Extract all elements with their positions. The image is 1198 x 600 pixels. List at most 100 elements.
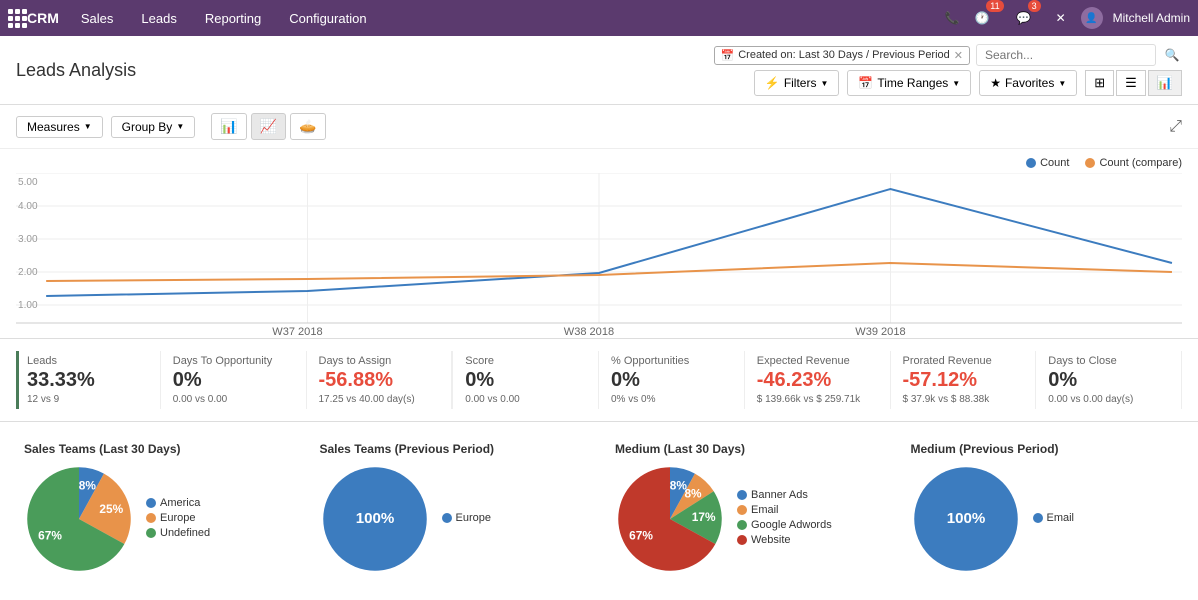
chart-type-buttons: 📊 📈 🥧 bbox=[211, 113, 325, 140]
stat-value-1: 0% bbox=[173, 369, 294, 392]
calendar-icon2: 📅 bbox=[858, 76, 873, 90]
svg-text:W38 2018: W38 2018 bbox=[564, 326, 614, 338]
pie-legend-item-2-3: Website bbox=[737, 534, 832, 546]
pie-legend-label-1-0: Europe bbox=[456, 512, 491, 524]
kanban-view-btn[interactable]: ⊞ bbox=[1085, 70, 1114, 96]
favorites-arrow: ▼ bbox=[1058, 79, 1066, 88]
list-view-btn[interactable]: ☰ bbox=[1116, 70, 1146, 96]
bar-chart-btn[interactable]: 📊 bbox=[211, 113, 246, 140]
filter-icon: ⚡ bbox=[765, 76, 780, 90]
stat-item-0: Leads 33.33% 12 vs 9 bbox=[16, 351, 161, 409]
stat-label-1: Days To Opportunity bbox=[173, 355, 294, 367]
toolbar: Measures ▼ Group By ▼ 📊 📈 🥧 ⤢ bbox=[0, 105, 1198, 149]
pie-full-label-3: 100% bbox=[946, 510, 985, 527]
pie-legend-item-2-2: Google Adwords bbox=[737, 519, 832, 531]
stat-value-7: 0% bbox=[1048, 369, 1169, 392]
filter-actions: ⚡ Filters ▼ 📅 Time Ranges ▼ ★ Favorites … bbox=[754, 70, 1182, 96]
stat-sub-2: 17.25 vs 40.00 day(s) bbox=[319, 394, 440, 405]
measures-button[interactable]: Measures ▼ bbox=[16, 116, 103, 138]
apps-icon[interactable] bbox=[8, 9, 27, 28]
pie-label-0-0: 8% bbox=[79, 479, 97, 493]
group-by-button[interactable]: Group By ▼ bbox=[111, 116, 196, 138]
chart-svg: 1.00 2.00 3.00 4.00 5.00 W37 2018 W38 20… bbox=[16, 173, 1182, 338]
filter-tag-close[interactable]: ✕ bbox=[954, 49, 963, 62]
pie-legend-label-2-1: Email bbox=[751, 504, 779, 516]
clock-badge: 11 bbox=[986, 0, 1003, 12]
stat-value-4: 0% bbox=[611, 369, 732, 392]
chart-area: Count Count (compare) 1.00 2.00 3.00 4.0… bbox=[0, 149, 1198, 338]
pie-legend-label-0-2: Undefined bbox=[160, 527, 210, 539]
phone-icon[interactable]: 📞 bbox=[942, 8, 962, 28]
pie-legend-0: AmericaEuropeUndefined bbox=[146, 497, 210, 542]
chart-view-btn[interactable]: 📊 bbox=[1148, 70, 1182, 96]
pie-title-0: Sales Teams (Last 30 Days) bbox=[24, 442, 288, 456]
brand-logo[interactable]: CRM bbox=[27, 10, 59, 26]
close-icon[interactable]: ✕ bbox=[1051, 8, 1071, 28]
group-by-label: Group By bbox=[122, 120, 173, 134]
subheader: Leads Analysis 📅 Created on: Last 30 Day… bbox=[0, 36, 1198, 105]
pie-legend-dot-2-0 bbox=[737, 490, 747, 500]
pie-card-1: Sales Teams (Previous Period)100%Europe bbox=[312, 434, 592, 582]
stat-label-4: % Opportunities bbox=[611, 355, 732, 367]
pie-legend-label-2-0: Banner Ads bbox=[751, 489, 808, 501]
pie-legend-dot-2-1 bbox=[737, 505, 747, 515]
pie-section: Sales Teams (Last 30 Days)8%25%67%Americ… bbox=[0, 422, 1198, 594]
pie-content-2: 8%8%17%67% Banner Ads Email Google Adwords W… bbox=[615, 464, 879, 574]
pie-title-3: Medium (Previous Period) bbox=[911, 442, 1175, 456]
filters-label: Filters bbox=[784, 76, 817, 90]
stat-item-6: Prorated Revenue -57.12% $ 37.9k vs $ 88… bbox=[891, 351, 1037, 409]
stat-value-5: -46.23% bbox=[757, 369, 878, 392]
compare-label: Count (compare) bbox=[1099, 157, 1182, 169]
pie-label-0-2: 67% bbox=[38, 528, 62, 542]
calendar-icon: 📅 bbox=[721, 49, 735, 62]
stat-sub-3: 0.00 vs 0.00 bbox=[465, 394, 586, 405]
pie-legend-label-0-1: Europe bbox=[160, 512, 195, 524]
pie-svg-2: 8%8%17%67% bbox=[615, 464, 725, 574]
filters-arrow: ▼ bbox=[820, 79, 828, 88]
filter-tag-period[interactable]: 📅 Created on: Last 30 Days / Previous Pe… bbox=[714, 46, 970, 65]
search-input[interactable] bbox=[976, 44, 1156, 66]
stat-sub-4: 0% vs 0% bbox=[611, 394, 732, 405]
time-ranges-button[interactable]: 📅 Time Ranges ▼ bbox=[847, 70, 971, 96]
search-icon[interactable]: 🔍 bbox=[1162, 45, 1182, 65]
stat-sub-7: 0.00 vs 0.00 day(s) bbox=[1048, 394, 1169, 405]
stat-label-7: Days to Close bbox=[1048, 355, 1169, 367]
pie-label-0-1: 25% bbox=[99, 502, 123, 516]
pie-legend-dot-2-3 bbox=[737, 535, 747, 545]
pie-content-1: 100%Europe bbox=[320, 464, 584, 574]
nav-sales[interactable]: Sales bbox=[75, 7, 120, 30]
nav-menu: Sales Leads Reporting Configuration bbox=[75, 7, 942, 30]
pie-label-2-2: 17% bbox=[692, 510, 716, 524]
stat-item-4: % Opportunities 0% 0% vs 0% bbox=[599, 351, 745, 409]
favorites-button[interactable]: ★ Favorites ▼ bbox=[979, 70, 1077, 96]
expand-button[interactable]: ⤢ bbox=[1169, 118, 1182, 136]
pie-content-0: 8%25%67%AmericaEuropeUndefined bbox=[24, 464, 288, 574]
line-chart: 1.00 2.00 3.00 4.00 5.00 W37 2018 W38 20… bbox=[16, 173, 1182, 338]
filters-button[interactable]: ⚡ Filters ▼ bbox=[754, 70, 840, 96]
nav-leads[interactable]: Leads bbox=[135, 7, 182, 30]
pie-content-3: 100% Email bbox=[911, 464, 1175, 574]
view-buttons: ⊞ ☰ 📊 bbox=[1085, 70, 1182, 96]
measures-arrow: ▼ bbox=[84, 122, 92, 131]
count-label: Count bbox=[1040, 157, 1069, 169]
pie-legend-dot-2-2 bbox=[737, 520, 747, 530]
pie-legend-dot-0-0 bbox=[146, 498, 156, 508]
pie-legend-3: Email bbox=[1033, 512, 1075, 527]
user-name[interactable]: Mitchell Admin bbox=[1113, 11, 1190, 25]
nav-configuration[interactable]: Configuration bbox=[283, 7, 372, 30]
favorites-label: Favorites bbox=[1005, 76, 1054, 90]
pie-legend-label-2-2: Google Adwords bbox=[751, 519, 832, 531]
nav-reporting[interactable]: Reporting bbox=[199, 7, 267, 30]
stat-item-1: Days To Opportunity 0% 0.00 vs 0.00 bbox=[161, 351, 307, 409]
svg-text:4.00: 4.00 bbox=[18, 201, 38, 212]
pie-title-2: Medium (Last 30 Days) bbox=[615, 442, 879, 456]
line-chart-btn[interactable]: 📈 bbox=[251, 113, 286, 140]
pie-legend-dot-0-1 bbox=[146, 513, 156, 523]
pie-chart-btn[interactable]: 🥧 bbox=[290, 113, 325, 140]
pie-legend-1: Europe bbox=[442, 512, 491, 527]
page-title: Leads Analysis bbox=[16, 60, 136, 81]
pie-legend-dot-0-2 bbox=[146, 528, 156, 538]
pie-legend-dot-1-0 bbox=[442, 513, 452, 523]
user-avatar[interactable]: 👤 bbox=[1081, 7, 1103, 29]
pie-legend-2: Banner Ads Email Google Adwords Website bbox=[737, 489, 832, 549]
